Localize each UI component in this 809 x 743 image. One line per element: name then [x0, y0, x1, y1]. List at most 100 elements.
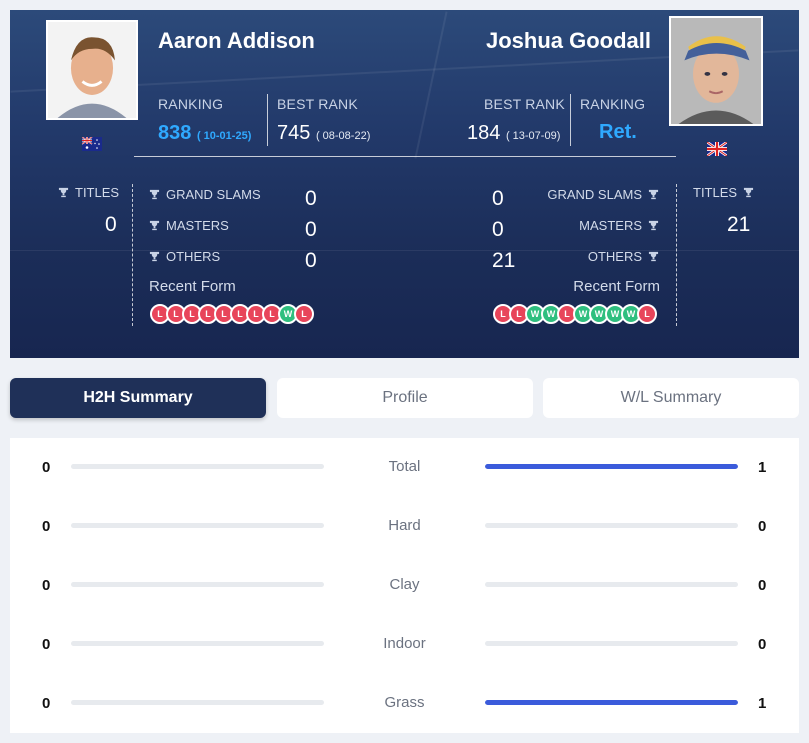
trophy-icon	[58, 187, 69, 198]
summary-row-grass: 0 Grass 1	[10, 689, 799, 719]
masters-label-text: MASTERS	[166, 218, 229, 233]
player-portrait-icon	[671, 18, 761, 124]
player1-value: 0	[42, 577, 51, 594]
player-portrait-icon	[48, 22, 136, 118]
player2-value: 0	[758, 518, 767, 535]
player2-bar	[485, 582, 738, 587]
player1-bar	[71, 641, 324, 646]
court-line	[414, 11, 448, 159]
grand-slams-label-text: GRAND SLAMS	[166, 187, 261, 202]
player1-name[interactable]: Aaron Addison	[158, 28, 315, 54]
player2-best-rank-label: BEST RANK	[484, 96, 565, 112]
player1-ranking-value: 838	[158, 122, 192, 144]
player1-bar	[71, 464, 324, 469]
player1-ranking: 838 ( 10-01-25)	[158, 122, 251, 145]
player1-others-label: OTHERS	[149, 249, 220, 264]
trophy-icon	[648, 251, 659, 262]
player2-recent-form: LLWWLWWWWL	[493, 304, 657, 324]
titles-label-text: TITLES	[75, 185, 120, 200]
player1-best-rank: 745 ( 08-08-22)	[277, 122, 370, 145]
trophy-icon	[149, 220, 160, 231]
player1-best-rank-value: 745	[277, 122, 311, 144]
titles-label-text: TITLES	[693, 185, 738, 200]
player2-titles: 21	[727, 213, 751, 236]
category-label: Grass	[384, 694, 425, 711]
player1-masters-label: MASTERS	[149, 218, 229, 233]
divider	[267, 94, 268, 146]
player2-value: 1	[758, 459, 767, 476]
category-label: Indoor	[383, 635, 426, 652]
h2h-header: Aaron Addison Joshua Goodall RANKING 838…	[10, 10, 799, 358]
player1-ranking-label: RANKING	[158, 96, 224, 112]
form-loss-badge: L	[637, 304, 657, 324]
category-label: Clay	[389, 576, 420, 593]
player2-value: 0	[758, 577, 767, 594]
player2-grand-slams-label: GRAND SLAMS	[547, 187, 659, 202]
summary-row-clay: 0 Clay 0	[10, 571, 799, 601]
player1-masters: 0	[305, 218, 317, 241]
trophy-icon	[149, 251, 160, 262]
australia-flag-icon	[82, 137, 102, 151]
player1-grand-slams-label: GRAND SLAMS	[149, 187, 261, 202]
dashed-divider	[676, 184, 677, 326]
player1-value: 0	[42, 636, 51, 653]
summary-row-total: 0 Total 1	[10, 453, 799, 483]
player2-masters-label: MASTERS	[579, 218, 659, 233]
player2-bar	[485, 700, 738, 705]
player2-bar	[485, 641, 738, 646]
player2-best-rank-date: ( 13-07-09)	[505, 130, 561, 142]
player2-others: 21	[492, 249, 516, 272]
player1-recent-form-label: Recent Form	[149, 278, 236, 295]
divider	[570, 94, 571, 146]
player2-bar	[485, 523, 738, 528]
header-divider	[134, 156, 676, 157]
player1-ranking-date: ( 10-01-25)	[196, 130, 252, 142]
player1-best-rank-label: BEST RANK	[277, 96, 358, 112]
player1-grand-slams: 0	[305, 187, 317, 210]
player2-photo[interactable]	[669, 16, 763, 126]
player1-value: 0	[42, 695, 51, 712]
player2-titles-label: TITLES	[693, 185, 754, 200]
player1-others: 0	[305, 249, 317, 272]
player1-titles-label: TITLES	[58, 185, 119, 200]
player2-grand-slams: 0	[492, 187, 504, 210]
player2-ranking-label: RANKING	[580, 96, 646, 112]
player1-best-rank-date: ( 08-08-22)	[315, 130, 371, 142]
trophy-icon	[648, 220, 659, 231]
player2-value: 1	[758, 695, 767, 712]
h2h-summary-panel: 0 Total 1 0 Hard 0 0 Clay 0 0 Indoor 0 0…	[10, 438, 799, 733]
player2-bar-fill	[485, 700, 738, 705]
player2-others-label: OTHERS	[588, 249, 659, 264]
masters-label-text: MASTERS	[579, 218, 642, 233]
player1-photo[interactable]	[46, 20, 138, 120]
tab-h2h-summary[interactable]: H2H Summary	[10, 378, 266, 418]
player2-recent-form-label: Recent Form	[573, 278, 660, 295]
player2-masters: 0	[492, 218, 504, 241]
player1-recent-form: LLLLLLLLWL	[150, 304, 314, 324]
summary-row-indoor: 0 Indoor 0	[10, 630, 799, 660]
player2-best-rank-value: 184	[467, 122, 501, 144]
player1-bar	[71, 582, 324, 587]
category-label: Hard	[388, 517, 421, 534]
grand-slams-label-text: GRAND SLAMS	[547, 187, 642, 202]
player1-value: 0	[42, 518, 51, 535]
category-label: Total	[388, 458, 421, 475]
others-label-text: OTHERS	[166, 249, 221, 264]
player2-name[interactable]: Joshua Goodall	[486, 28, 651, 54]
player2-bar	[485, 464, 738, 469]
player1-value: 0	[42, 459, 51, 476]
tab-wl-summary[interactable]: W/L Summary	[543, 378, 799, 418]
player1-titles: 0	[105, 213, 117, 236]
trophy-icon	[648, 189, 659, 200]
trophy-icon	[743, 187, 754, 198]
player1-bar	[71, 523, 324, 528]
player2-bar-fill	[485, 464, 738, 469]
player2-value: 0	[758, 636, 767, 653]
summary-row-hard: 0 Hard 0	[10, 512, 799, 542]
player2-best-rank: 184 ( 13-07-09)	[467, 122, 560, 145]
tab-profile[interactable]: Profile	[277, 378, 533, 418]
united-kingdom-flag-icon	[707, 142, 727, 156]
court-line	[10, 250, 799, 251]
trophy-icon	[149, 189, 160, 200]
player2-ranking: Ret.	[599, 121, 637, 143]
